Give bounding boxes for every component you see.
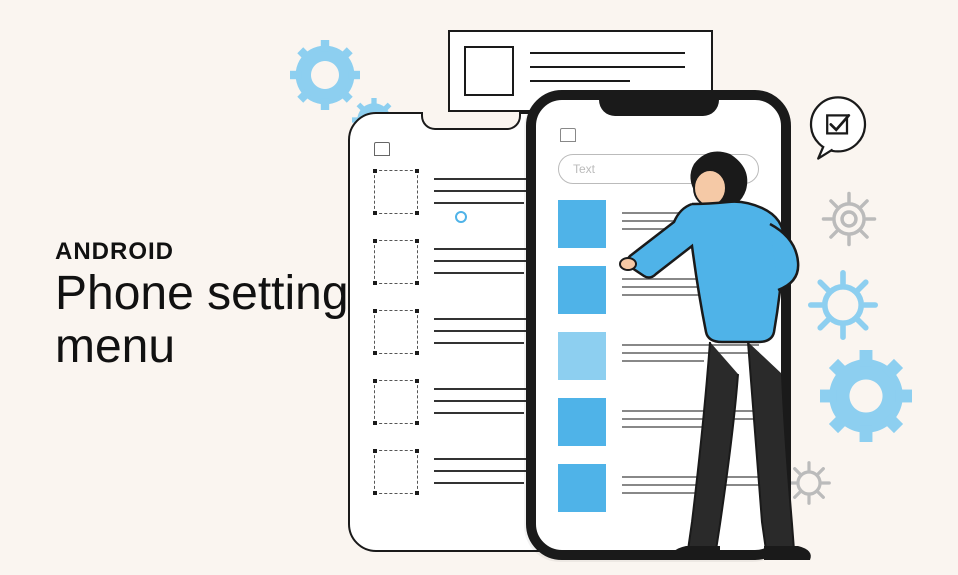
wireframe-item (374, 170, 418, 214)
wireframe-item (374, 450, 418, 494)
phone-notch (421, 112, 521, 130)
wireframe-item (374, 380, 418, 424)
menu-item-icon (558, 332, 606, 380)
home-icon (374, 142, 390, 156)
wireframe-item (374, 240, 418, 284)
checkmark-bubble (802, 92, 874, 164)
hero-illustration: ANDROID Phone settings menu (0, 0, 958, 575)
headline-title: Phone settings menu (55, 268, 373, 374)
search-placeholder: Text (573, 162, 595, 176)
illustration-group: Text (330, 30, 950, 560)
menu-item-icon (558, 200, 606, 248)
menu-item-icon (558, 464, 606, 512)
wireframe-line (530, 66, 685, 68)
headline: ANDROID Phone settings menu (55, 238, 373, 374)
circle-accent (454, 210, 468, 224)
phone-notch (599, 90, 719, 116)
headline-kicker: ANDROID (55, 238, 373, 266)
home-icon (560, 128, 576, 142)
wireframe-item (374, 310, 418, 354)
wireframe-thumbnail (464, 46, 514, 96)
menu-item-icon (558, 398, 606, 446)
menu-item-icon (558, 266, 606, 314)
wireframe-line (530, 80, 630, 82)
wireframe-line (530, 52, 685, 54)
gear-icon (290, 40, 360, 110)
person-illustration (610, 146, 840, 566)
